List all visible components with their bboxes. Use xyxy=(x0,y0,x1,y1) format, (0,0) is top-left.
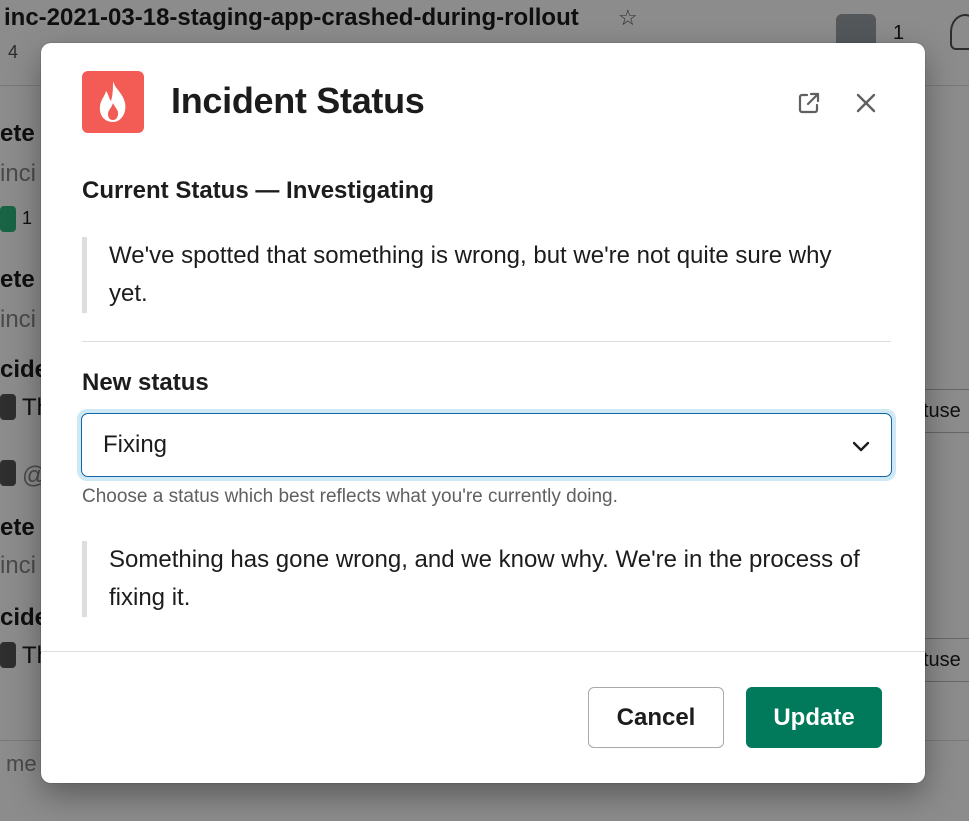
status-select-value: Fixing xyxy=(103,431,168,458)
modal-title: Incident Status xyxy=(171,80,425,121)
new-status-label: New status xyxy=(82,369,209,396)
update-button[interactable]: Update xyxy=(746,687,882,748)
status-select[interactable]: Fixing xyxy=(81,413,892,477)
footer-divider xyxy=(41,651,925,652)
status-select-focus-ring: Fixing xyxy=(77,409,896,481)
section-divider xyxy=(82,341,891,342)
close-icon[interactable] xyxy=(849,86,883,120)
current-status-heading: Current Status — Investigating xyxy=(82,177,435,204)
chevron-down-icon xyxy=(852,441,870,452)
new-status-description: Something has gone wrong, and we know wh… xyxy=(82,541,872,617)
external-link-icon[interactable] xyxy=(792,86,826,120)
current-status-description: We've spotted that something is wrong, b… xyxy=(82,237,872,313)
flame-icon xyxy=(82,71,144,133)
incident-status-modal: Incident Status Current Status — Investi… xyxy=(41,43,925,783)
cancel-button[interactable]: Cancel xyxy=(588,687,724,748)
status-hint: Choose a status which best reflects what… xyxy=(82,486,618,507)
